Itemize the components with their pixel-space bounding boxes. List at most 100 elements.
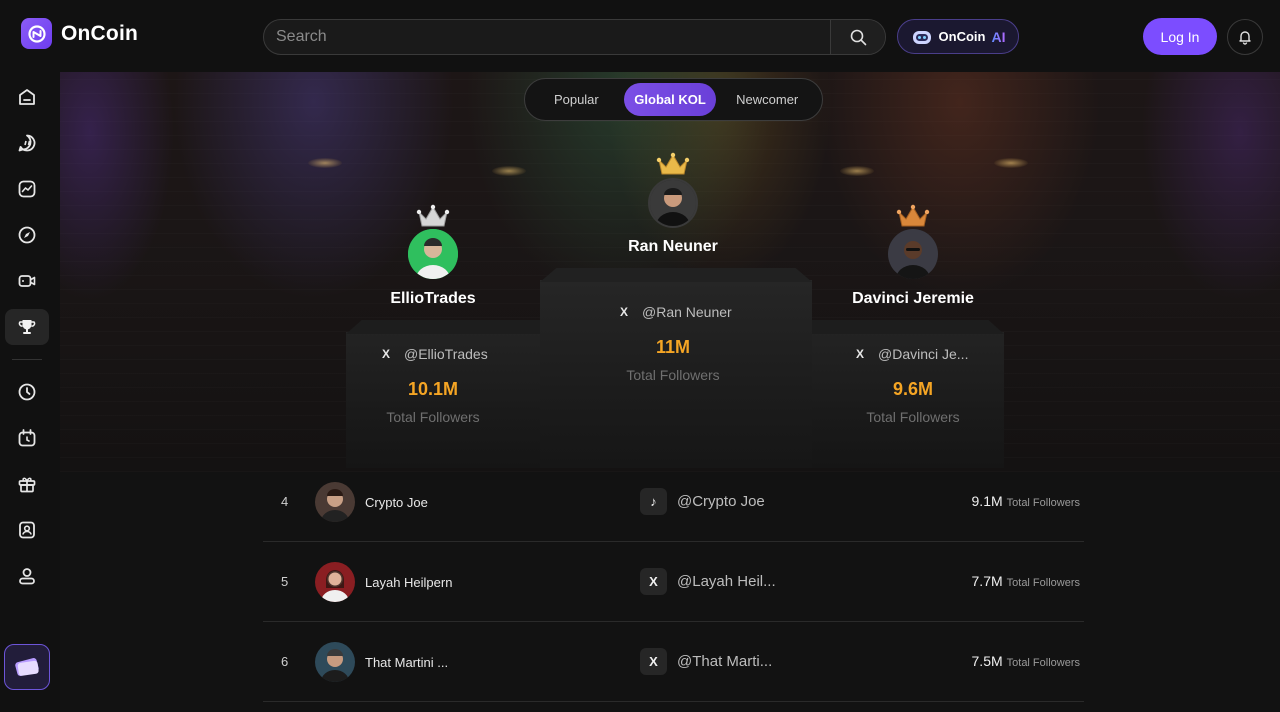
avatar[interactable] xyxy=(315,562,355,602)
avatar[interactable] xyxy=(315,482,355,522)
video-icon xyxy=(18,275,36,287)
x-icon: X xyxy=(381,347,390,361)
top-bar: OnCoin OnCoin AI Log In xyxy=(0,0,1280,72)
third-name: Davinci Jeremie xyxy=(852,290,974,307)
third-followers-label: Total Followers xyxy=(866,409,960,425)
table-row[interactable]: 6 That Martini ... X @That Marti... 7.5M… xyxy=(263,622,1084,702)
ai-label: AI xyxy=(991,28,1006,45)
row-followers-label: Total Followers xyxy=(1006,657,1080,669)
trophy-icon xyxy=(18,320,36,334)
gift-icon xyxy=(18,477,36,493)
second-name: EllioTrades xyxy=(390,290,476,307)
tab-newcomer[interactable]: Newcomer xyxy=(716,83,818,116)
sidebar-item-home[interactable] xyxy=(5,79,49,115)
app-name: OnCoin xyxy=(61,21,139,45)
silver-crown-icon xyxy=(416,204,450,227)
x-icon: X xyxy=(640,568,667,595)
x-icon: X xyxy=(619,305,628,319)
oncoin-ai-label: OnCoin xyxy=(938,29,986,44)
row-followers: 7.7M Total Followers xyxy=(972,573,1080,589)
chat-icon xyxy=(18,134,36,152)
gold-crown-icon xyxy=(656,152,690,175)
user-icon xyxy=(19,568,35,585)
third-handle-row[interactable]: X @Davinci Je... xyxy=(852,346,968,362)
search-bar xyxy=(263,19,886,55)
row-followers-label: Total Followers xyxy=(1006,577,1080,589)
notifications-button[interactable] xyxy=(1227,19,1263,55)
sidebar-divider xyxy=(12,359,42,360)
avatar[interactable] xyxy=(315,642,355,682)
sidebar-item-chat[interactable] xyxy=(5,125,49,161)
oncoin-logo-icon xyxy=(21,18,52,49)
card-icon xyxy=(15,658,39,676)
sidebar-item-profile-card[interactable] xyxy=(5,512,49,548)
clock-icon xyxy=(18,383,36,401)
search-button[interactable] xyxy=(830,20,885,54)
second-handle: @EllioTrades xyxy=(404,346,488,362)
id-card-icon xyxy=(19,521,35,539)
third-handle: @Davinci Je... xyxy=(878,346,969,362)
search-icon xyxy=(850,29,866,45)
login-button[interactable]: Log In xyxy=(1143,18,1217,55)
sidebar-item-live[interactable] xyxy=(5,420,49,456)
first-name: Ran Neuner xyxy=(628,238,718,255)
first-followers: 11M xyxy=(655,337,691,357)
home-icon xyxy=(19,89,35,105)
bronze-crown-icon xyxy=(896,204,930,227)
sidebar-item-account[interactable] xyxy=(5,558,49,594)
sidebar-item-rewards[interactable] xyxy=(5,466,49,502)
calendar-icon xyxy=(18,429,36,447)
row-social[interactable]: X @That Marti... xyxy=(640,648,772,675)
row-name: That Martini ... xyxy=(365,655,449,670)
compass-icon xyxy=(18,226,36,244)
sidebar-item-video[interactable] xyxy=(5,263,49,299)
podium-third-top xyxy=(810,320,1004,334)
sidebar-item-explore[interactable] xyxy=(5,217,49,253)
podium-second-top xyxy=(346,320,542,334)
tab-popular[interactable]: Popular xyxy=(529,83,624,116)
stage-light xyxy=(492,166,526,176)
search-input[interactable] xyxy=(264,20,830,54)
sidebar-promo-card[interactable] xyxy=(4,644,50,690)
oncoin-ai-button[interactable]: OnCoin AI xyxy=(897,19,1019,54)
first-handle: @Ran Neuner xyxy=(642,304,732,320)
table-row[interactable]: 5 Layah Heilpern X @Layah Heil... 7.7M T… xyxy=(263,542,1084,622)
row-social[interactable]: X @Layah Heil... xyxy=(640,568,776,595)
sidebar-item-ranking[interactable] xyxy=(5,309,49,345)
tiktok-icon: ♪ xyxy=(640,488,667,515)
first-handle-row[interactable]: X @Ran Neuner xyxy=(616,304,732,320)
avatar-first[interactable] xyxy=(648,178,698,228)
row-followers-count: 7.5M xyxy=(971,653,1003,669)
row-followers-count: 9.1M xyxy=(971,493,1003,509)
row-social[interactable]: ♪ @Crypto Joe xyxy=(640,488,765,515)
table-row[interactable]: 4 Crypto Joe ♪ @Crypto Joe 9.1M Total Fo… xyxy=(263,462,1084,542)
row-rank: 6 xyxy=(281,654,289,669)
row-name: Crypto Joe xyxy=(365,495,428,510)
bell-icon xyxy=(1239,31,1251,45)
row-followers-count: 7.7M xyxy=(971,573,1003,589)
row-handle: @That Marti... xyxy=(677,653,773,670)
sidebar-item-history[interactable] xyxy=(5,374,49,410)
row-name: Layah Heilpern xyxy=(365,575,453,590)
second-handle-row[interactable]: X @EllioTrades xyxy=(378,346,488,362)
second-followers-label: Total Followers xyxy=(386,409,480,425)
sidebar-item-chart[interactable] xyxy=(5,171,49,207)
row-handle: @Crypto Joe xyxy=(677,493,765,510)
row-followers: 7.5M Total Followers xyxy=(972,653,1080,669)
ranking-tabs: Popular Global KOL Newcomer xyxy=(524,78,823,121)
app-logo[interactable]: OnCoin xyxy=(21,18,138,49)
stage-light xyxy=(840,166,874,176)
row-followers-label: Total Followers xyxy=(1006,497,1080,509)
x-icon: X xyxy=(640,648,667,675)
podium-first-top xyxy=(540,268,812,282)
row-handle: @Layah Heil... xyxy=(677,573,776,590)
first-followers-label: Total Followers xyxy=(626,367,720,383)
stage-light xyxy=(994,158,1028,168)
row-rank: 5 xyxy=(281,574,289,589)
chart-icon xyxy=(18,180,36,198)
avatar-second[interactable] xyxy=(408,229,458,279)
row-followers: 9.1M Total Followers xyxy=(972,493,1080,509)
avatar-third[interactable] xyxy=(888,229,938,279)
third-followers: 9.6M xyxy=(892,379,934,399)
tab-global-kol[interactable]: Global KOL xyxy=(623,83,717,116)
